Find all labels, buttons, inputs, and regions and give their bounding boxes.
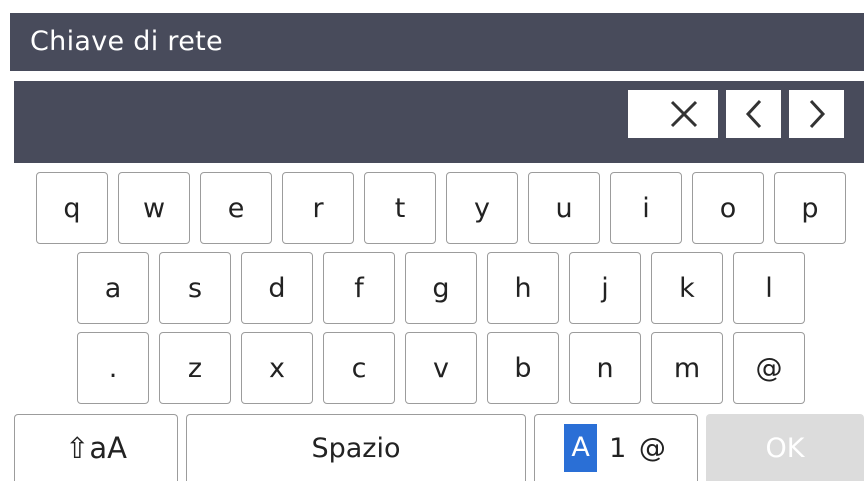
key-m[interactable]: m xyxy=(651,332,723,404)
ok-button[interactable]: OK xyxy=(706,414,864,481)
key-s[interactable]: s xyxy=(159,252,231,324)
key-b[interactable]: b xyxy=(487,332,559,404)
backspace-button[interactable] xyxy=(628,90,718,138)
key-q[interactable]: q xyxy=(36,172,108,244)
key-u[interactable]: u xyxy=(528,172,600,244)
key-e[interactable]: e xyxy=(200,172,272,244)
text-input-field[interactable] xyxy=(14,81,864,163)
mode-alpha-indicator: A xyxy=(564,424,598,472)
cursor-left-button[interactable] xyxy=(726,90,781,138)
key-f[interactable]: f xyxy=(323,252,395,324)
key-a[interactable]: a xyxy=(77,252,149,324)
mode-other-indicator: 1 @ xyxy=(609,432,668,464)
screen-title: Chiave di rete xyxy=(10,13,864,71)
key-g[interactable]: g xyxy=(405,252,477,324)
key-v[interactable]: v xyxy=(405,332,477,404)
key-h[interactable]: h xyxy=(487,252,559,324)
key-o[interactable]: o xyxy=(692,172,764,244)
input-mode-button[interactable]: A 1 @ xyxy=(534,414,698,481)
key-y[interactable]: y xyxy=(446,172,518,244)
key-x[interactable]: x xyxy=(241,332,313,404)
key-p[interactable]: p xyxy=(774,172,846,244)
chevron-right-icon xyxy=(809,99,825,129)
chevron-left-icon xyxy=(745,99,761,129)
key-z[interactable]: z xyxy=(159,332,231,404)
key-r[interactable]: r xyxy=(282,172,354,244)
key-period[interactable]: . xyxy=(77,332,149,404)
key-c[interactable]: c xyxy=(323,332,395,404)
key-j[interactable]: j xyxy=(569,252,641,324)
key-d[interactable]: d xyxy=(241,252,313,324)
space-button[interactable]: Spazio xyxy=(186,414,526,481)
key-l[interactable]: l xyxy=(733,252,805,324)
key-n[interactable]: n xyxy=(569,332,641,404)
key-at[interactable]: @ xyxy=(733,332,805,404)
backspace-icon xyxy=(628,90,718,138)
key-i[interactable]: i xyxy=(610,172,682,244)
cursor-right-button[interactable] xyxy=(789,90,844,138)
shift-case-button[interactable]: ⇧aA xyxy=(14,414,178,481)
key-k[interactable]: k xyxy=(651,252,723,324)
key-w[interactable]: w xyxy=(118,172,190,244)
key-t[interactable]: t xyxy=(364,172,436,244)
